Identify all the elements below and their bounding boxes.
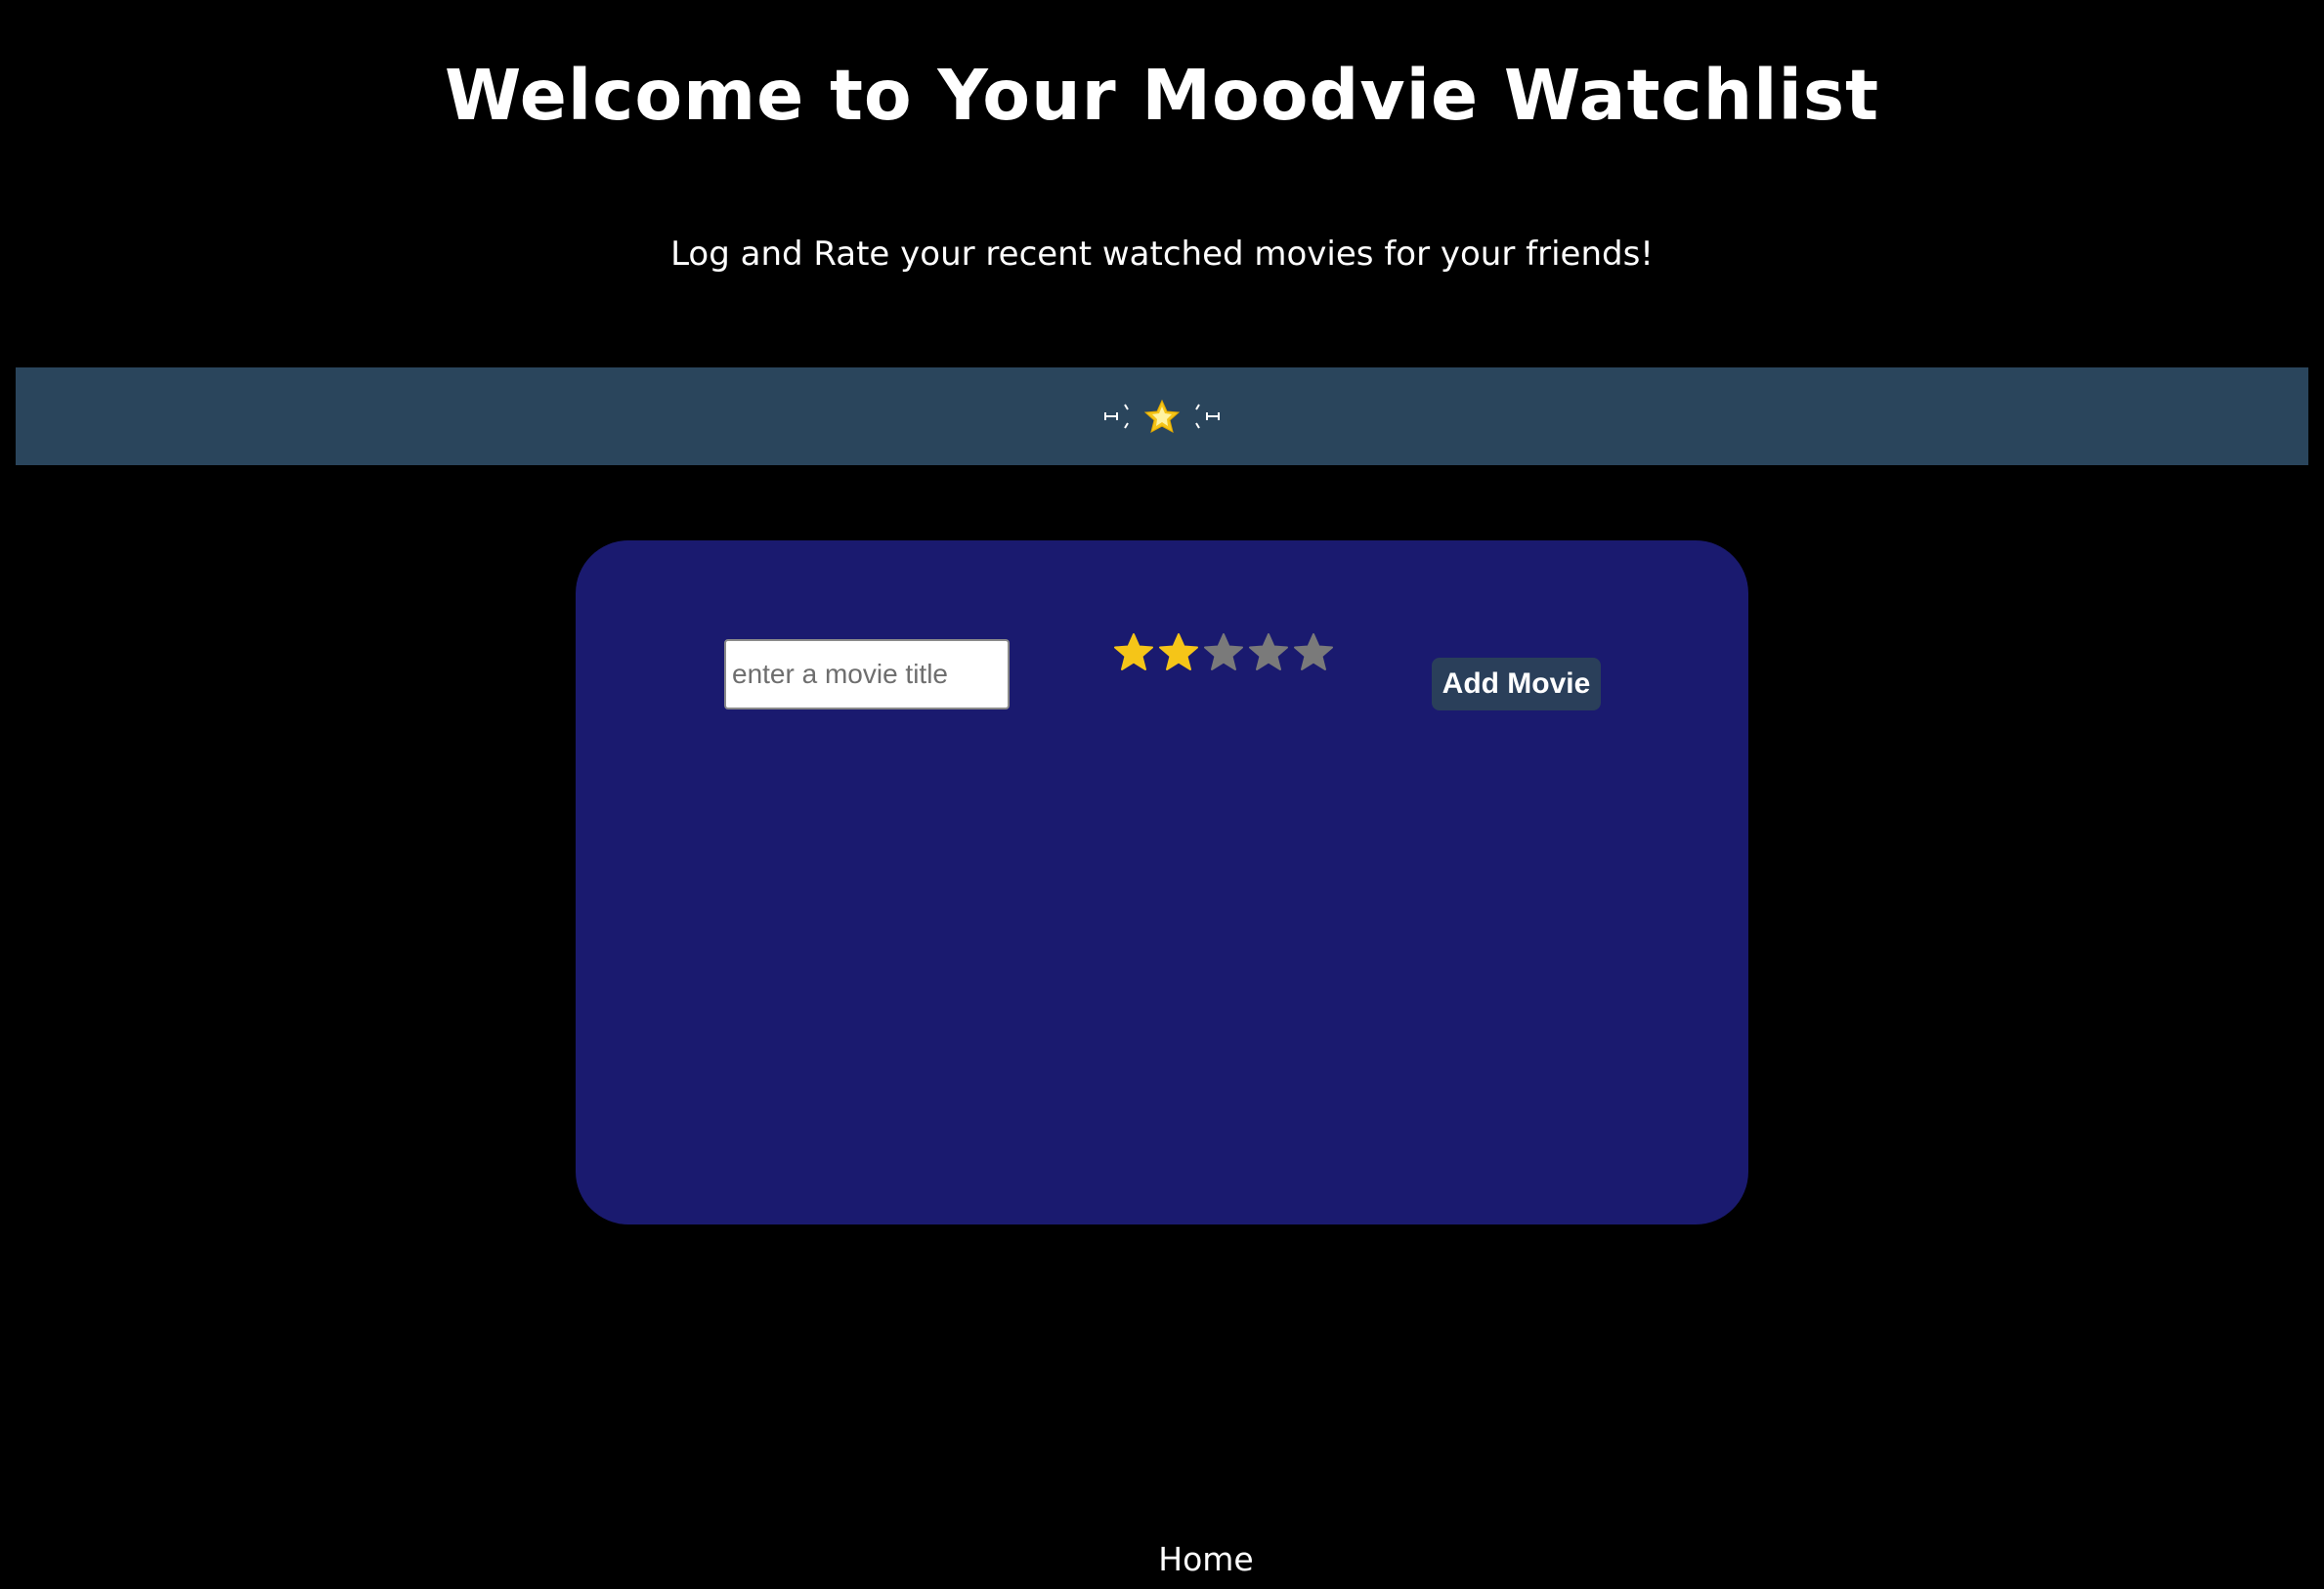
home-link[interactable]: Home: [1108, 1538, 1304, 1581]
star-rating[interactable]: [1111, 630, 1336, 675]
movie-title-input[interactable]: [724, 639, 1010, 709]
page-title: Welcome to Your Moodvie Watchlist: [444, 55, 1880, 136]
star-empty-icon[interactable]: [1246, 630, 1291, 675]
add-movie-button[interactable]: Add Movie: [1432, 658, 1601, 710]
star-empty-icon[interactable]: [1201, 630, 1246, 675]
page-subtitle: Log and Rate your recent watched movies …: [670, 235, 1654, 274]
star-filled-icon[interactable]: [1156, 630, 1201, 675]
star-filled-icon[interactable]: [1111, 630, 1156, 675]
banner: [16, 367, 2308, 465]
page: Welcome to Your Moodvie Watchlist Log an…: [0, 0, 2324, 1589]
star-empty-icon[interactable]: [1291, 630, 1336, 675]
add-movie-card: Add Movie: [576, 540, 1748, 1224]
glowing-star-icon: [1104, 399, 1220, 433]
